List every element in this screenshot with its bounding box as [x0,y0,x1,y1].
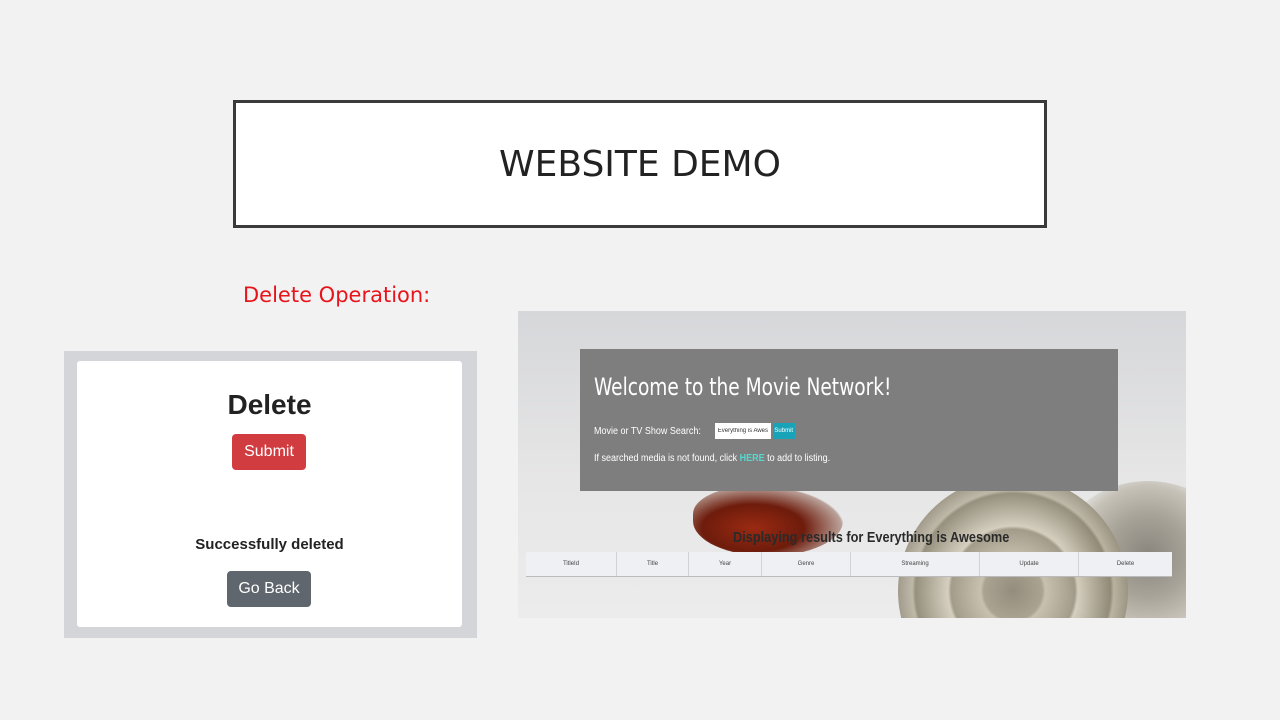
search-row: Movie or TV Show Search: Submit [594,423,795,439]
slide-title: WEBSITE DEMO [499,143,781,185]
column-header: Update [980,552,1079,576]
submit-button[interactable]: Submit [232,434,306,470]
results-heading: Displaying results for Everything is Awe… [733,529,1010,546]
column-header: Genre [762,552,851,576]
welcome-heading: Welcome to the Movie Network! [594,373,892,401]
welcome-panel: Welcome to the Movie Network! Movie or T… [580,349,1118,491]
not-found-prefix: If searched media is not found, click [594,453,740,464]
search-label: Movie or TV Show Search: [594,425,701,437]
column-header: TitleId [526,552,617,576]
column-header: Title [617,552,689,576]
slide-title-box: WEBSITE DEMO [233,100,1047,228]
column-header: Delete [1116,561,1135,567]
delete-page-screenshot: Delete Submit Successfully deleted Go Ba… [64,351,477,638]
movie-site-screenshot: Welcome to the Movie Network! Movie or T… [518,311,1186,618]
delete-card: Delete Submit Successfully deleted Go Ba… [77,361,462,627]
column-header: Year [689,552,762,576]
not-found-suffix: to add to listing. [764,453,831,464]
success-message: Successfully deleted [195,536,344,553]
delete-heading: Delete [227,389,312,420]
go-back-button[interactable]: Go Back [227,571,311,607]
not-found-text: If searched media is not found, click HE… [594,453,830,464]
column-header: Streaming [851,552,980,576]
results-table-header: TitleId Title Year Genre Streaming Updat… [526,552,1172,577]
search-input[interactable] [714,423,771,439]
search-submit-button[interactable]: Submit [772,423,795,439]
section-label: Delete Operation: [243,283,431,307]
add-listing-link[interactable]: HERE [740,453,765,464]
